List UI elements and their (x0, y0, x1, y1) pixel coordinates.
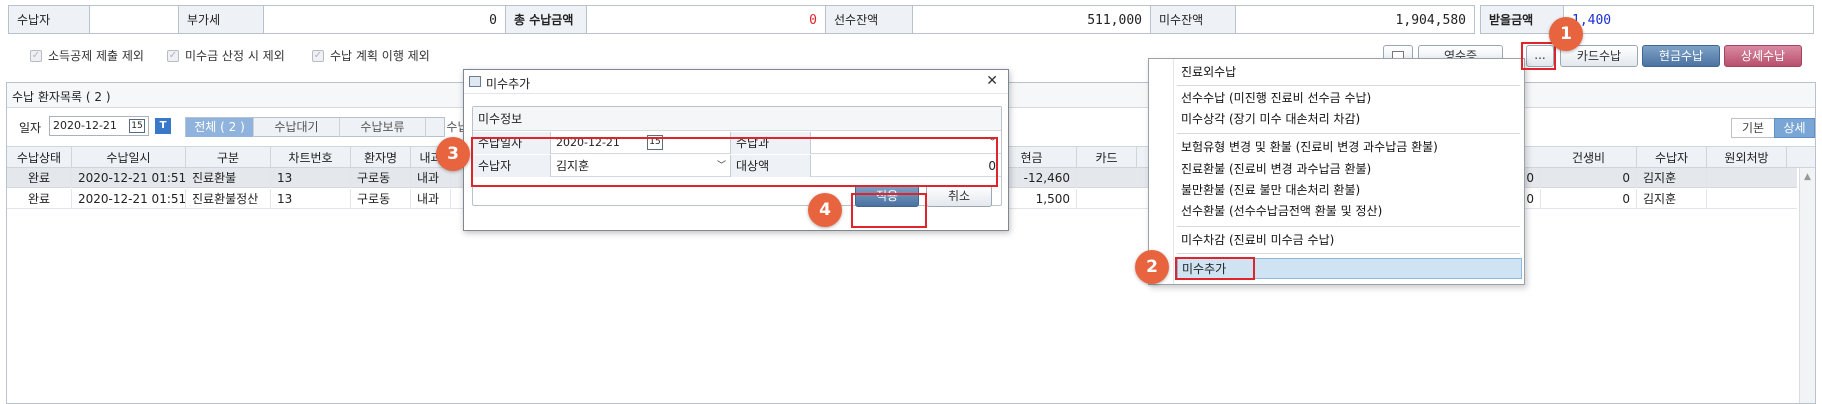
unpaid-value: 1,904,580 (1235, 5, 1475, 34)
total-label: 총 수납금액 (505, 5, 587, 34)
income-deduction-checkbox[interactable]: ✓ 소득공제 제출 제외 (30, 48, 144, 64)
menu-item-unpaid-deduct[interactable]: 미수차감 (진료비 미수금 수납) (1181, 231, 1334, 249)
row-datetime: 2020-12-21 01:51 (72, 189, 186, 209)
callout-4: 4 (808, 193, 842, 227)
highlight-form (471, 137, 998, 187)
vat-label: 부가세 (178, 5, 264, 34)
tab-hold[interactable]: 수납보류 (340, 118, 426, 137)
tab-waiting[interactable]: 수납대기 (254, 118, 340, 137)
status-tabs: 전체 ( 2 ) 수납대기 수납보류 수납완료 (185, 117, 512, 137)
view-basic-button[interactable]: 기본 (1731, 118, 1775, 138)
menu-item-advance-payment[interactable]: 선수수납 (미진행 진료비 선수금 수납) (1181, 89, 1371, 107)
col-datetime[interactable]: 수납일시 (72, 147, 186, 169)
row-dept: 내과 (411, 168, 451, 188)
row-status: 완료 (7, 189, 72, 209)
more-menu: 진료외수납 선수수납 (미진행 진료비 선수금 수납) 미수상각 (장기 미수 … (1148, 58, 1525, 285)
callout-3: 3 (436, 137, 470, 171)
calendar-icon[interactable]: 15 (129, 119, 145, 133)
date-value: 2020-12-21 (53, 119, 117, 132)
highlight-apply (851, 193, 927, 228)
menu-item-insurance-refund[interactable]: 보험유형 변경 및 환불 (진료비 변경 과수납금 환불) (1181, 138, 1438, 156)
dialog-section-title: 미수정보 (473, 107, 1001, 131)
t-button[interactable]: T (155, 118, 171, 134)
callout-2: 2 (1135, 250, 1169, 284)
col-status[interactable]: 수납상태 (7, 147, 72, 169)
exclude-unpaid-label: 미수금 산정 시 제외 (185, 49, 285, 63)
tab-all[interactable]: 전체 ( 2 ) (186, 118, 254, 137)
detail-payment-button[interactable]: 상세수납 (1724, 45, 1802, 67)
receivable-value: 1,400 (1563, 5, 1814, 34)
row-chart: 13 (271, 168, 351, 188)
unpaid-label: 미수잔액 (1150, 5, 1236, 34)
payer-value[interactable] (89, 5, 179, 34)
vertical-scrollbar[interactable]: ▲ (1799, 168, 1815, 403)
highlight-add-unpaid (1175, 257, 1255, 280)
menu-item-writeoff[interactable]: 미수상각 (장기 미수 대손처리 차감) (1181, 110, 1360, 128)
exclude-plan-checkbox[interactable]: ✓ 수납 계획 이행 제외 (312, 48, 430, 64)
exclude-plan-label: 수납 계획 이행 제외 (330, 49, 430, 63)
row-name: 구로동 (351, 189, 411, 209)
highlight-more-button (1521, 42, 1556, 70)
date-input[interactable]: 2020-12-21 15 (49, 116, 149, 136)
col-type[interactable]: 구분 (186, 147, 271, 169)
payer-label: 수납자 (8, 5, 90, 34)
checkbox-icon: ✓ (312, 50, 324, 62)
col-health[interactable]: 건생비 (1541, 147, 1637, 169)
exclude-unpaid-checkbox[interactable]: ✓ 미수금 산정 시 제외 (167, 48, 285, 64)
date-label: 일자 (19, 121, 42, 135)
income-deduction-label: 소득공제 제출 제외 (48, 49, 144, 63)
row-chart: 13 (271, 189, 351, 209)
row-datetime: 2020-12-21 01:51 (72, 168, 186, 188)
row-type: 진료환불 (186, 168, 271, 188)
row-status: 완료 (7, 168, 72, 188)
row-dept: 내과 (411, 189, 451, 209)
row-payer: 김지훈 (1637, 168, 1707, 188)
row-payer: 김지훈 (1637, 189, 1707, 209)
row-type: 진료환불정산 (186, 189, 271, 209)
checkbox-icon: ✓ (167, 50, 179, 62)
dialog-title: 미수추가 (486, 77, 531, 91)
col-payer[interactable]: 수납자 (1637, 147, 1707, 169)
dialog-app-icon (469, 76, 481, 87)
col-card[interactable]: 카드 (1077, 147, 1137, 169)
col-prescription[interactable]: 원외처방 (1707, 147, 1787, 169)
col-name[interactable]: 환자명 (351, 147, 411, 169)
advance-value: 511,000 (912, 5, 1151, 34)
row-health: 0 (1541, 189, 1637, 209)
total-value: 0 (586, 5, 826, 34)
callout-1: 1 (1549, 17, 1583, 51)
cancel-button[interactable]: 취소 (926, 185, 992, 207)
list-title: 수납 환자목록 ( 2 ) (12, 90, 111, 104)
vat-value: 0 (263, 5, 506, 34)
cash-payment-button[interactable]: 현금수납 (1642, 45, 1720, 67)
advance-label: 선수잔액 (825, 5, 913, 34)
menu-item-treatment-refund[interactable]: 진료환불 (진료비 변경 과수납금 환불) (1181, 160, 1371, 178)
menu-item-advance-refund[interactable]: 선수환불 (선수수납금전액 환불 및 정산) (1181, 202, 1382, 220)
row-name: 구로동 (351, 168, 411, 188)
row-health: 0 (1541, 168, 1637, 188)
scroll-up-icon[interactable]: ▲ (1804, 172, 1811, 182)
view-detail-button[interactable]: 상세 (1774, 118, 1815, 138)
menu-item-non-treatment[interactable]: 진료외수납 (1181, 63, 1236, 81)
menu-item-complaint-refund[interactable]: 불만환불 (진료 불만 대손처리 환불) (1181, 181, 1360, 199)
checkbox-icon: ✓ (30, 50, 42, 62)
close-icon[interactable]: ✕ (986, 73, 998, 89)
col-chart[interactable]: 차트번호 (271, 147, 351, 169)
